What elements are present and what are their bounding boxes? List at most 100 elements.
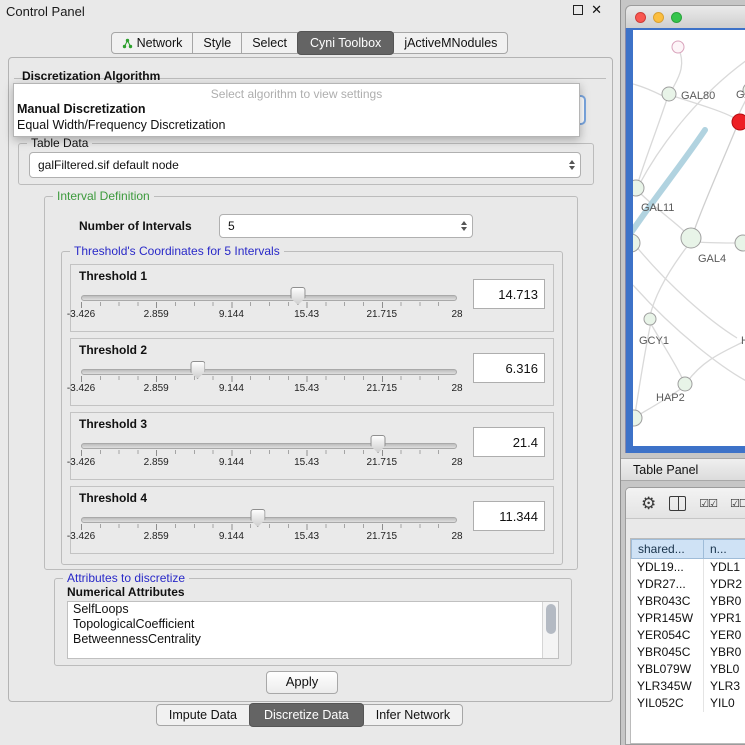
tab-select[interactable]: Select xyxy=(241,32,298,54)
deselect-checkboxes-icon[interactable]: ☑☐ xyxy=(730,497,745,510)
apply-button[interactable]: Apply xyxy=(266,671,338,694)
network-node-label: GCY1 xyxy=(639,335,669,347)
slider-ticks-major xyxy=(81,450,457,456)
tab-network[interactable]: Network xyxy=(111,32,194,54)
gear-icon[interactable]: ⚙ xyxy=(641,495,656,512)
table-cell: YLR345W xyxy=(631,678,704,695)
tab-jactivemodules-label: jActiveMNodules xyxy=(404,36,497,50)
column-header[interactable]: shared... xyxy=(631,539,704,559)
network-node[interactable] xyxy=(735,235,745,251)
table-cell: YDL19... xyxy=(631,559,704,576)
tab-cyni-toolbox[interactable]: Cyni Toolbox xyxy=(297,31,394,55)
minimize-traffic-light-icon[interactable] xyxy=(653,12,664,23)
close-icon[interactable]: ✕ xyxy=(591,4,602,16)
tab-jactivemodules[interactable]: jActiveMNodules xyxy=(393,32,508,54)
list-item[interactable]: SelfLoops xyxy=(68,602,558,617)
thresholds-group: Threshold's Coordinates for 5 Intervals … xyxy=(61,251,563,565)
threshold-value-field[interactable] xyxy=(473,279,545,309)
scale-label: 28 xyxy=(451,383,462,394)
scale-label: 15.43 xyxy=(294,457,319,468)
select-all-checkboxes-icon[interactable]: ☑☑ xyxy=(699,497,717,510)
table-row[interactable]: YDR27...YDR2 xyxy=(631,576,745,593)
network-node-label: H xyxy=(741,335,745,347)
network-node[interactable] xyxy=(644,313,656,325)
scale-label: -3.426 xyxy=(67,309,95,320)
number-of-intervals-combobox[interactable]: 5 xyxy=(219,214,473,238)
slider-track[interactable] xyxy=(81,369,457,375)
slider-track[interactable] xyxy=(81,443,457,449)
tab-infer-network[interactable]: Infer Network xyxy=(363,704,463,726)
network-node[interactable] xyxy=(678,377,692,391)
table-row[interactable]: YER054CYER0 xyxy=(631,627,745,644)
network-window-titlebar[interactable] xyxy=(625,5,745,28)
table-cell: YIL0 xyxy=(704,695,745,712)
list-item[interactable]: TopologicalCoefficient xyxy=(68,617,558,632)
slider-scale-row: -3.4262.8599.14415.4321.71528 xyxy=(81,309,457,322)
dropdown-option[interactable]: Equal Width/Frequency Discretization xyxy=(17,118,571,132)
column-selector-icon[interactable] xyxy=(669,496,686,511)
table-data-combobox[interactable]: galFiltered.sif default node xyxy=(29,152,581,178)
scale-label: 2.859 xyxy=(144,457,169,468)
network-node[interactable] xyxy=(633,180,644,196)
network-node[interactable] xyxy=(732,114,745,130)
table-header-row: shared... n... xyxy=(631,539,745,559)
threshold-value-field[interactable] xyxy=(473,501,545,531)
tab-discretize-data[interactable]: Discretize Data xyxy=(249,703,364,727)
thresholds-group-title: Threshold's Coordinates for 5 Intervals xyxy=(70,244,284,258)
threshold-value-field[interactable] xyxy=(473,427,545,457)
network-node[interactable] xyxy=(672,41,684,53)
close-traffic-light-icon[interactable] xyxy=(635,12,646,23)
table-row[interactable]: YBR043CYBR0 xyxy=(631,593,745,610)
slider-scale-row: -3.4262.8599.14415.4321.71528 xyxy=(81,383,457,396)
algorithm-group-title: Discretization Algorithm xyxy=(22,69,160,83)
dropdown-option[interactable]: Manual Discretization xyxy=(17,102,571,116)
table-panel-bar[interactable]: Table Panel xyxy=(621,458,745,481)
table-row[interactable]: YDL19...YDL1 xyxy=(631,559,745,576)
bottom-tab-bar: Impute Data Discretize Data Infer Networ… xyxy=(0,703,620,727)
threshold-value-field[interactable] xyxy=(473,353,545,383)
slider-track[interactable] xyxy=(81,517,457,523)
slider-track[interactable] xyxy=(81,295,457,301)
threshold-slider[interactable] xyxy=(81,435,457,457)
table-row[interactable]: YIL052CYIL0 xyxy=(631,695,745,712)
control-panel-titlebar: Control Panel ✕ xyxy=(0,0,620,22)
network-canvas[interactable]: GAL80GAGAL11GAL4GCY1HHAP2 xyxy=(633,30,745,446)
slider-scale-row: -3.4262.8599.14415.4321.71528 xyxy=(81,457,457,470)
zoom-traffic-light-icon[interactable] xyxy=(671,12,682,23)
tab-impute-data[interactable]: Impute Data xyxy=(156,704,250,726)
scale-label: -3.426 xyxy=(67,531,95,542)
threshold-slider[interactable] xyxy=(81,361,457,383)
stepper-icon xyxy=(461,221,467,231)
table-row[interactable]: YBR045CYBR0 xyxy=(631,644,745,661)
table-row[interactable]: YLR345WYLR3 xyxy=(631,678,745,695)
threshold-label: Threshold 2 xyxy=(79,343,147,357)
network-node[interactable] xyxy=(681,228,701,248)
network-node[interactable] xyxy=(662,87,676,101)
threshold-row: Threshold 2 -3.4262.8599.14415.4321.7152… xyxy=(70,338,554,406)
threshold-slider[interactable] xyxy=(81,509,457,531)
list-scrollbar[interactable] xyxy=(542,602,558,658)
scale-label: 15.43 xyxy=(294,309,319,320)
network-nodes-layer: GAL80GAGAL11GAL4GCY1HHAP2 xyxy=(633,41,745,426)
screen: Control Panel ✕ Network Style Select Cyn… xyxy=(0,0,745,745)
network-node[interactable] xyxy=(633,410,642,426)
table-body: YDL19...YDL1YDR27...YDR2YBR043CYBR0YPR14… xyxy=(631,559,745,712)
stepper-icon xyxy=(569,160,575,170)
table-cell: YBR0 xyxy=(704,644,745,661)
threshold-slider[interactable] xyxy=(81,287,457,309)
node-table: shared... n... YDL19...YDL1YDR27...YDR2Y… xyxy=(630,538,745,744)
network-node-label: GA xyxy=(736,89,745,101)
tab-style[interactable]: Style xyxy=(192,32,242,54)
scale-label: 15.43 xyxy=(294,383,319,394)
column-header[interactable]: n... xyxy=(704,539,745,559)
scale-label: 21.715 xyxy=(367,383,398,394)
scale-label: 2.859 xyxy=(144,309,169,320)
table-row[interactable]: YBL079WYBL0 xyxy=(631,661,745,678)
table-cell: YPR145W xyxy=(631,610,704,627)
numerical-attributes-list[interactable]: SelfLoopsTopologicalCoefficientBetweenne… xyxy=(67,601,559,659)
scrollbar-thumb[interactable] xyxy=(546,604,556,634)
list-item[interactable]: BetweennessCentrality xyxy=(68,632,558,647)
window-title: Control Panel xyxy=(6,4,85,19)
float-window-icon[interactable] xyxy=(573,5,583,15)
table-row[interactable]: YPR145WYPR1 xyxy=(631,610,745,627)
